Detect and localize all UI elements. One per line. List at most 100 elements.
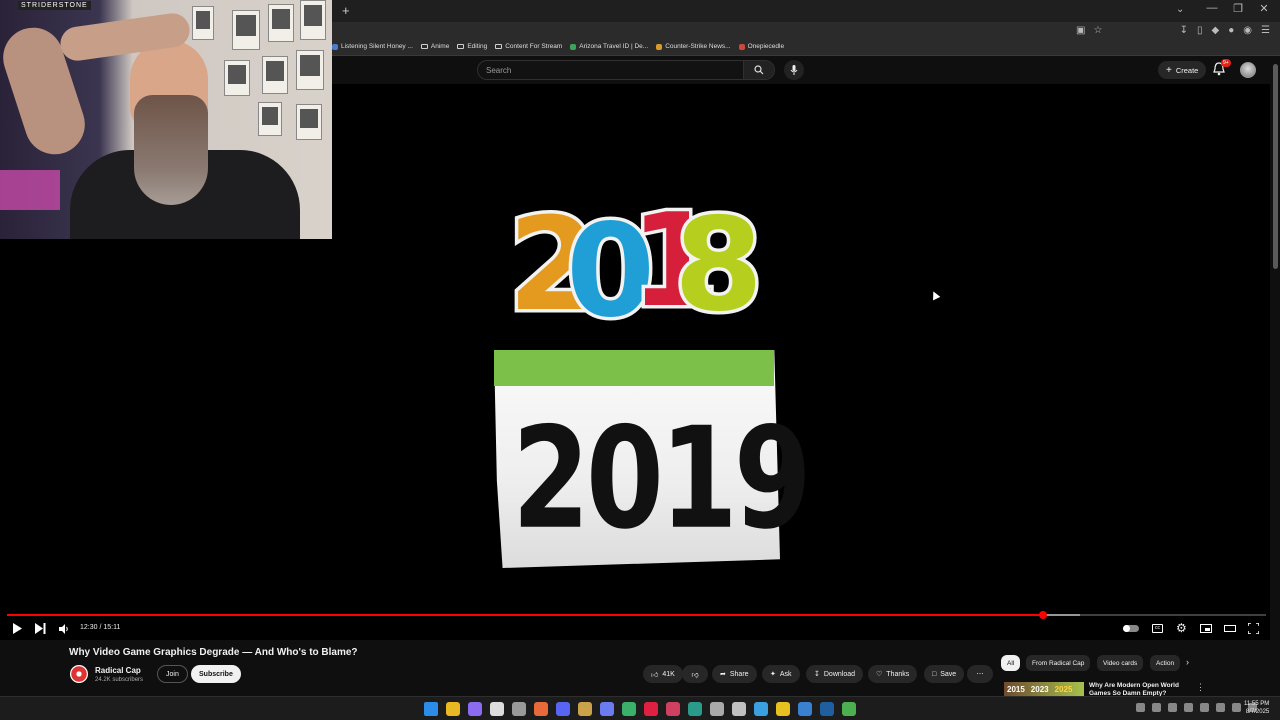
taskbar-app-icon[interactable] [512,702,526,716]
tab-search-chevron-icon[interactable]: ⌄ [1176,4,1184,15]
taskbar-app-icon[interactable] [622,702,636,716]
taskbar-app-icon[interactable] [534,702,548,716]
favicon-icon [332,43,338,50]
channel-avatar[interactable] [70,665,88,683]
sparkle-icon: ✦ [770,671,776,678]
bookmark-item[interactable]: Anime [420,43,449,50]
folder-icon [495,44,503,49]
bookmark-list: Listening Silent Honey ... Anime Editing Co… [332,43,784,50]
extension-shield-icon[interactable]: ◆ [1212,25,1220,36]
next-icon[interactable] [35,623,46,634]
close-icon[interactable]: ✕ [1258,2,1270,15]
taskbar-app-icon[interactable] [820,702,834,716]
taskbar-app-icon[interactable] [490,702,504,716]
restore-icon[interactable]: ❐ [1232,2,1244,15]
tray-app-icon[interactable] [1184,703,1193,712]
tray-app-icon[interactable] [1152,703,1161,712]
search-input[interactable]: Search [486,66,511,75]
taskbar-app-icon[interactable] [556,702,570,716]
thanks-button[interactable]: ♡ Thanks [868,665,918,683]
voice-search-button[interactable] [784,60,804,80]
plus-icon: + [1166,64,1172,76]
window-controls: — ❐ ✕ [1206,2,1270,15]
tray-chevron-icon[interactable] [1136,703,1145,712]
recommendation-title[interactable]: Why Are Modern Open World Games So Damn … [1089,682,1189,696]
more-actions-button[interactable]: ⋯ [967,665,993,683]
bookmark-item[interactable]: Arizona Travel ID | De... [570,43,648,50]
share-label: Share [729,670,749,678]
share-button[interactable]: ➦ Share [712,665,757,683]
join-button[interactable]: Join [157,665,188,683]
bookmark-item[interactable]: Content For Stream [495,43,562,50]
channel-name[interactable]: Radical Cap [95,666,141,675]
bookmark-label: Content For Stream [505,43,563,50]
volume-tray-icon[interactable] [1232,703,1241,712]
tray-app-icon[interactable] [1168,703,1177,712]
subscribe-button[interactable]: Subscribe [191,665,241,683]
new-tab-button[interactable]: + [342,3,350,18]
extension-drop-icon[interactable]: ● [1228,25,1234,36]
webcam-label: STRIDERSTONE [18,1,91,10]
miniplayer-icon[interactable] [1200,624,1212,633]
network-icon[interactable] [1216,703,1225,712]
taskbar-app-icon[interactable] [600,702,614,716]
save-button[interactable]: □ Save [924,665,965,683]
profile-icon[interactable]: ◉ [1243,25,1252,36]
bookmark-star-icon[interactable]: ☆ [1093,25,1102,36]
bookmark-item[interactable]: Counter-Strike News... [656,43,731,50]
wall-poster [258,102,282,136]
search-icon [754,65,764,75]
taskbar-app-icon[interactable] [842,702,856,716]
download-button[interactable]: ↧ Download [806,665,864,683]
favicon-icon [738,43,745,50]
play-icon[interactable] [12,623,22,634]
chip-from-radical-cap[interactable]: From Radical Cap [1026,655,1091,671]
dislike-button[interactable]: 👎︎ [682,665,708,683]
theater-mode-icon[interactable] [1224,625,1236,632]
taskbar-app-icon[interactable] [754,702,768,716]
minimize-icon[interactable]: — [1206,2,1218,15]
search-box[interactable]: Search [477,60,775,80]
tray-app-icon[interactable] [1200,703,1209,712]
extensions-icon[interactable]: ▯ [1197,25,1203,36]
taskbar-app-icon[interactable] [688,702,702,716]
wall-poster [296,104,322,140]
recommendation-menu-icon[interactable]: ⋮ [1196,682,1205,693]
bookmark-item[interactable]: Editing [457,43,487,50]
taskbar-app-icon[interactable] [578,702,592,716]
fullscreen-icon[interactable] [1248,623,1259,634]
video-title: Why Video Game Graphics Degrade — And Wh… [69,647,358,658]
chip-all[interactable]: All [1001,655,1021,671]
account-avatar[interactable] [1240,62,1256,78]
taskbar-app-icon[interactable] [732,702,746,716]
taskbar-app-icon[interactable] [446,702,460,716]
start-menu-icon[interactable] [424,702,438,716]
bookmark-item[interactable]: Onepiecedle [738,43,784,50]
menu-icon[interactable]: ☰ [1261,25,1270,36]
captions-icon[interactable]: cc [1152,624,1163,633]
taskbar-app-icon[interactable] [644,702,658,716]
autoplay-toggle[interactable] [1123,625,1139,632]
taskbar-app-icon[interactable] [710,702,724,716]
chip-action[interactable]: Action [1150,655,1180,671]
download-icon[interactable]: ↧ [1180,25,1188,36]
settings-gear-icon[interactable]: ⚙ [1176,621,1187,635]
chip-video-cards[interactable]: Video cards [1097,655,1144,671]
bookmark-item[interactable]: Listening Silent Honey ... [332,43,413,50]
like-button[interactable]: 👍︎ 41K [643,665,683,683]
cast-icon[interactable]: ▣ [1076,25,1085,36]
current-time: 12:30 [80,624,98,631]
search-button[interactable] [743,61,774,79]
ask-button[interactable]: ✦ Ask [762,665,800,683]
recommendation-thumbnail[interactable]: 2015 2023 2025 [1004,682,1084,696]
taskbar-app-icon[interactable] [666,702,680,716]
volume-icon[interactable] [59,624,69,634]
chips-next-chevron-icon[interactable]: › [1186,657,1189,667]
video-graphic-year-2018: 2 0 1 8 [504,194,766,339]
page-scrollbar-thumb[interactable] [1273,64,1278,269]
taskbar-app-icon[interactable] [776,702,790,716]
taskbar-app-icon[interactable] [468,702,482,716]
taskbar-clock[interactable]: 11:55 PM 8/7/2025 [1244,700,1269,716]
taskbar-app-icon[interactable] [798,702,812,716]
create-button[interactable]: + Create [1158,61,1207,79]
